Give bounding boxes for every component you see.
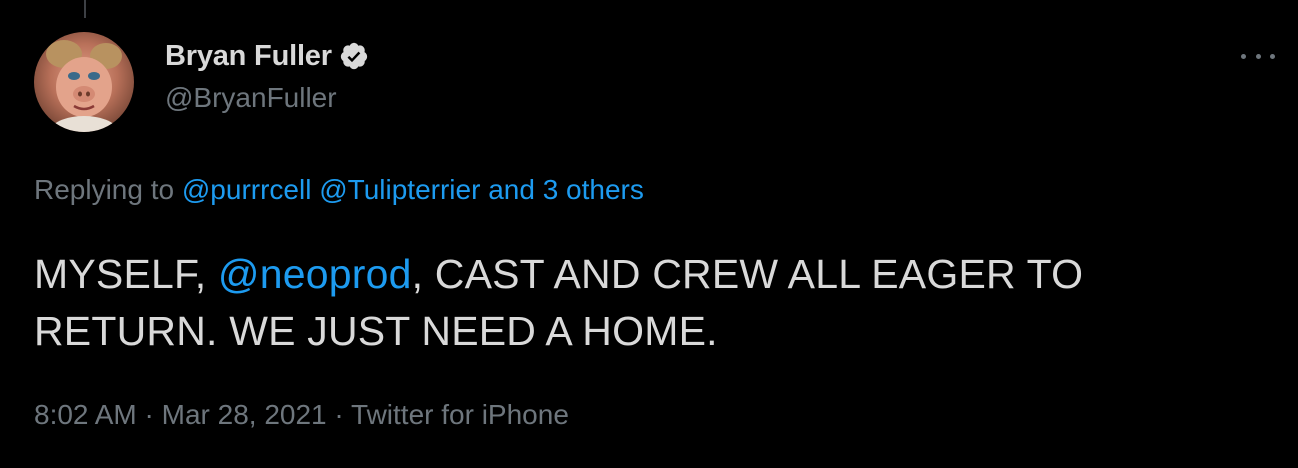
tweet-text: MYSELF, @neoprod, CAST AND CREW ALL EAGE… [34, 246, 1264, 360]
reply-mention-tulipterrier[interactable]: @Tulipterrier [319, 174, 480, 205]
meta-separator: · [136, 399, 162, 430]
thread-connector-line [84, 0, 86, 18]
reply-mention-purrrcell[interactable]: @purrrcell [182, 174, 312, 205]
avatar-photo [46, 40, 122, 132]
tweet-text-part1: MYSELF, [34, 251, 218, 297]
more-dot [1255, 53, 1261, 59]
reply-others-link[interactable]: and 3 others [488, 174, 644, 205]
author-block[interactable]: Bryan Fuller @BryanFuller [165, 34, 369, 114]
tweet-time[interactable]: 8:02 AM [34, 399, 137, 430]
replying-prefix: Replying to [34, 174, 182, 205]
author-avatar[interactable] [34, 32, 134, 132]
tweet-source[interactable]: Twitter for iPhone [351, 399, 569, 430]
more-dot [1270, 53, 1275, 59]
tweet-meta: 8:02 AM · Mar 28, 2021 · Twitter for iPh… [34, 399, 569, 431]
more-options-button[interactable] [1241, 44, 1275, 68]
author-handle[interactable]: @BryanFuller [165, 82, 369, 114]
author-display-name[interactable]: Bryan Fuller [165, 40, 332, 73]
author-name-row: Bryan Fuller [165, 34, 369, 78]
meta-separator: · [326, 399, 352, 430]
mention-neoprod[interactable]: @neoprod [218, 251, 412, 297]
tweet-date[interactable]: Mar 28, 2021 [162, 399, 327, 430]
replying-to-line: Replying to @purrrcell @Tulipterrier and… [34, 174, 644, 206]
more-dot [1241, 53, 1246, 59]
verified-badge-icon [340, 42, 367, 70]
